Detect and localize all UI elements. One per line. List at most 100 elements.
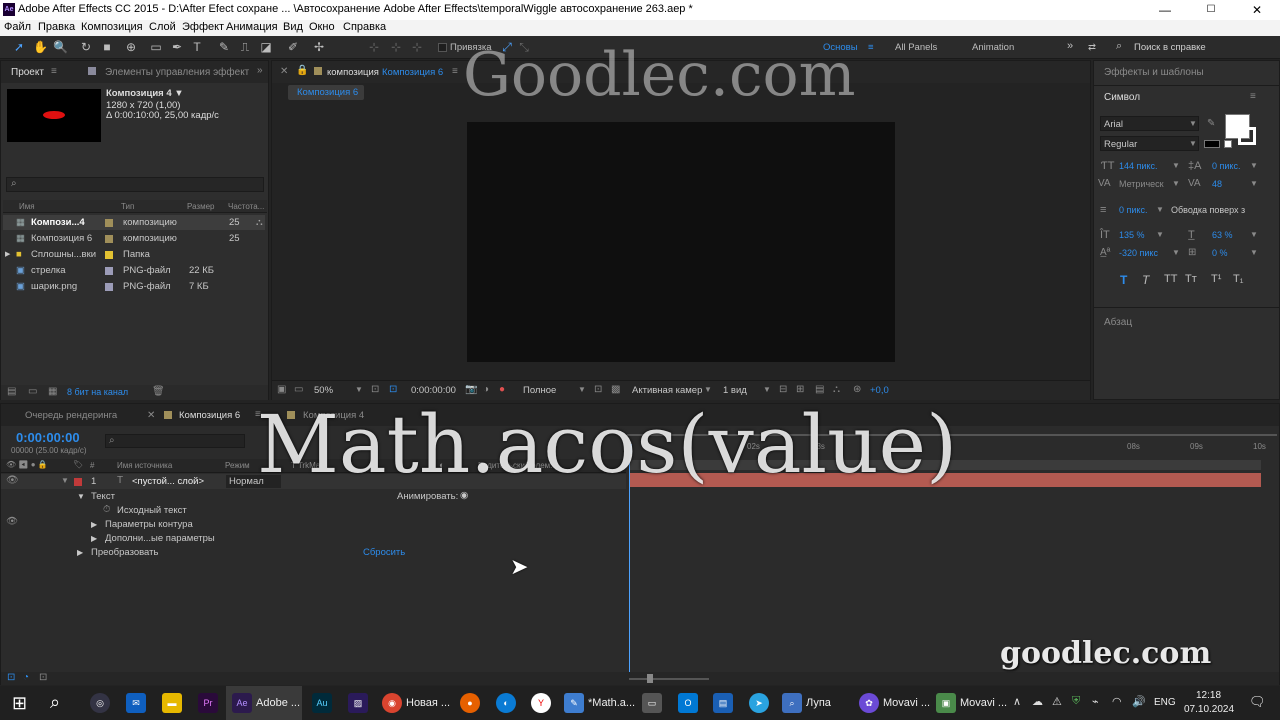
bit-depth-button[interactable]: 8 бит на канал (67, 387, 128, 397)
label-color[interactable] (105, 267, 113, 275)
tab-effect-controls[interactable]: Элементы управления эффект (105, 67, 249, 78)
viewer-tab-menu-icon[interactable]: ≡ (452, 66, 458, 77)
hand-tool-icon[interactable]: ✋ (33, 40, 48, 54)
faux-bold-button[interactable]: T (1120, 273, 1127, 287)
menu-edit[interactable]: Правка (38, 21, 75, 33)
tsume-arrow-icon[interactable]: ▼ (1250, 248, 1258, 257)
viewer-tab-name[interactable]: Композиция 6 (382, 67, 443, 78)
project-search-input[interactable]: ⌕ (6, 177, 264, 192)
fast-preview-icon[interactable]: ⊞ (796, 384, 804, 395)
twirl-down-icon[interactable]: ▼ (61, 476, 69, 485)
timeline-toggle-icon[interactable]: ▤ (815, 384, 824, 395)
small-caps-button[interactable]: Tт (1185, 273, 1197, 285)
project-item-folder[interactable]: ▶ ■ Сплошны...вки Папка (3, 247, 265, 262)
current-timecode[interactable]: 0:00:00:00 (16, 430, 80, 445)
windows-start-icon[interactable]: ⊞ (12, 693, 27, 714)
menu-file[interactable]: Файл (4, 21, 31, 33)
roi-icon[interactable]: ⊡ (594, 384, 602, 395)
frame-blend-icon[interactable]: ⊡ (39, 672, 47, 683)
twirl-right-icon[interactable]: ▶ (91, 520, 97, 529)
comp-info-name[interactable]: Композиция 4 ▼ (106, 88, 184, 99)
col-rate[interactable]: Частота... (228, 202, 264, 211)
resolution-dropdown[interactable]: Полное (523, 385, 556, 396)
zoom-slider[interactable] (629, 678, 709, 680)
menu-window[interactable]: Окно (309, 21, 335, 33)
stroke-width-value[interactable]: 0 пикс. (1119, 205, 1147, 215)
fit-icon[interactable]: ⊡ (371, 384, 379, 395)
close-button[interactable]: ✕ (1234, 0, 1280, 20)
rectangle-tool-icon[interactable]: ▭ (149, 40, 163, 54)
axis-view-icon[interactable]: ⊹ (410, 40, 424, 54)
taskbar-app-movavi[interactable]: ✿ Movavi ... (855, 686, 930, 720)
tray-expand-icon[interactable]: ∧ (1013, 695, 1021, 708)
clock-time[interactable]: 12:18 (1196, 690, 1221, 701)
new-comp-icon[interactable]: ▦ (48, 386, 57, 397)
menu-help[interactable]: Справка (343, 21, 386, 33)
col-type[interactable]: Тип (121, 202, 134, 211)
leading-arrow-icon[interactable]: ▼ (1250, 161, 1258, 170)
tablet-icon[interactable]: ▭ (642, 693, 662, 713)
stroke-width-arrow-icon[interactable]: ▼ (1156, 205, 1164, 214)
stroke-color-swatch[interactable] (1238, 127, 1256, 145)
camera-dropdown[interactable]: Активная камер (632, 385, 702, 396)
trash-icon[interactable]: 🗑 (152, 386, 165, 397)
resolution-arrow-icon[interactable]: ▼ (578, 385, 586, 394)
telegram-icon[interactable]: ➤ (749, 693, 769, 713)
superscript-button[interactable]: T¹ (1211, 273, 1221, 285)
faux-italic-button[interactable]: T (1142, 273, 1149, 287)
menu-view[interactable]: Вид (283, 21, 303, 33)
close-tab-icon[interactable]: ✕ (147, 410, 155, 421)
menu-layer[interactable]: Слой (149, 21, 176, 33)
notifications-icon[interactable]: 🗨 (1249, 694, 1266, 710)
yandex-icon[interactable]: Y (531, 693, 551, 713)
always-preview-icon[interactable]: ▣ (277, 384, 286, 395)
kerning-value[interactable]: Метрическ (1119, 179, 1164, 189)
twirl-right-icon[interactable]: ▶ (91, 534, 97, 543)
font-size-arrow-icon[interactable]: ▼ (1172, 161, 1180, 170)
workspace-animation[interactable]: Animation (972, 42, 1014, 53)
lock-icon[interactable]: 🔒 (296, 65, 308, 76)
panel-more-icon[interactable]: » (257, 65, 263, 76)
taskbar-app-ae[interactable]: Ae Adobe ... (226, 686, 302, 720)
white-swatch[interactable] (1224, 140, 1232, 148)
font-family-dropdown[interactable]: Arial ▼ (1100, 116, 1199, 131)
selection-tool-icon[interactable]: ➚ (12, 40, 26, 54)
menu-composition[interactable]: Композиция (81, 21, 143, 33)
project-tab-menu-icon[interactable]: ≡ (51, 66, 57, 77)
channel-icon[interactable]: ● (499, 384, 505, 395)
new-folder-icon[interactable]: ▭ (28, 386, 37, 397)
taskbar-app-movavi2[interactable]: ▣ Movavi ... (932, 686, 1007, 720)
alert-icon[interactable]: ⚠ (1052, 695, 1062, 708)
help-search-input[interactable]: Поиск в справке (1134, 42, 1206, 53)
tab-paragraph[interactable]: Абзац (1104, 317, 1132, 328)
layer-label-color[interactable] (74, 478, 82, 486)
clock-date[interactable]: 07.10.2024 (1184, 704, 1234, 715)
stopwatch-icon[interactable]: ⏱ (103, 504, 110, 515)
character-menu-icon[interactable]: ≡ (1250, 91, 1256, 102)
tracking-value[interactable]: 48 (1212, 179, 1222, 189)
menu-effect[interactable]: Эффект (182, 21, 224, 33)
font-size-value[interactable]: 144 пикс. (1119, 161, 1157, 171)
vscale-arrow-icon[interactable]: ▼ (1156, 230, 1164, 239)
project-item-comp6[interactable]: ▦ Композиция 6 композицию 25 (3, 231, 265, 246)
pixel-aspect-icon[interactable]: ⊟ (779, 384, 787, 395)
tab-comp6[interactable]: Композиция 6 (179, 410, 240, 421)
menu-animation[interactable]: Анимация (226, 21, 278, 33)
axis-world-icon[interactable]: ⊹ (389, 40, 403, 54)
label-color[interactable] (105, 219, 113, 227)
tab-character[interactable]: Символ (1104, 92, 1140, 103)
modes-toggle-icon[interactable]: ◔ (23, 672, 29, 683)
baseline-arrow-icon[interactable]: ▼ (1172, 248, 1180, 257)
monitor-icon[interactable]: ▭ (294, 384, 303, 395)
edge-icon[interactable]: ◐ (496, 693, 516, 713)
stroke-mode-dropdown[interactable]: Обводка поверх з (1171, 205, 1245, 215)
subscript-button[interactable]: T₁ (1233, 273, 1243, 285)
animate-menu-icon[interactable]: ◉ (460, 490, 468, 501)
tab-effects-presets[interactable]: Эффекты и шаблоны (1104, 67, 1204, 78)
tsume-value[interactable]: 0 % (1212, 248, 1228, 258)
tracking-arrow-icon[interactable]: ▼ (1250, 179, 1258, 188)
roto-brush-tool-icon[interactable]: ✐ (286, 40, 300, 54)
type-tool-icon[interactable]: T (190, 40, 204, 54)
expand-arrow-icon[interactable]: ▶ (5, 250, 10, 258)
taskbar-app-magnifier[interactable]: ⌕ Лупа (778, 686, 850, 720)
